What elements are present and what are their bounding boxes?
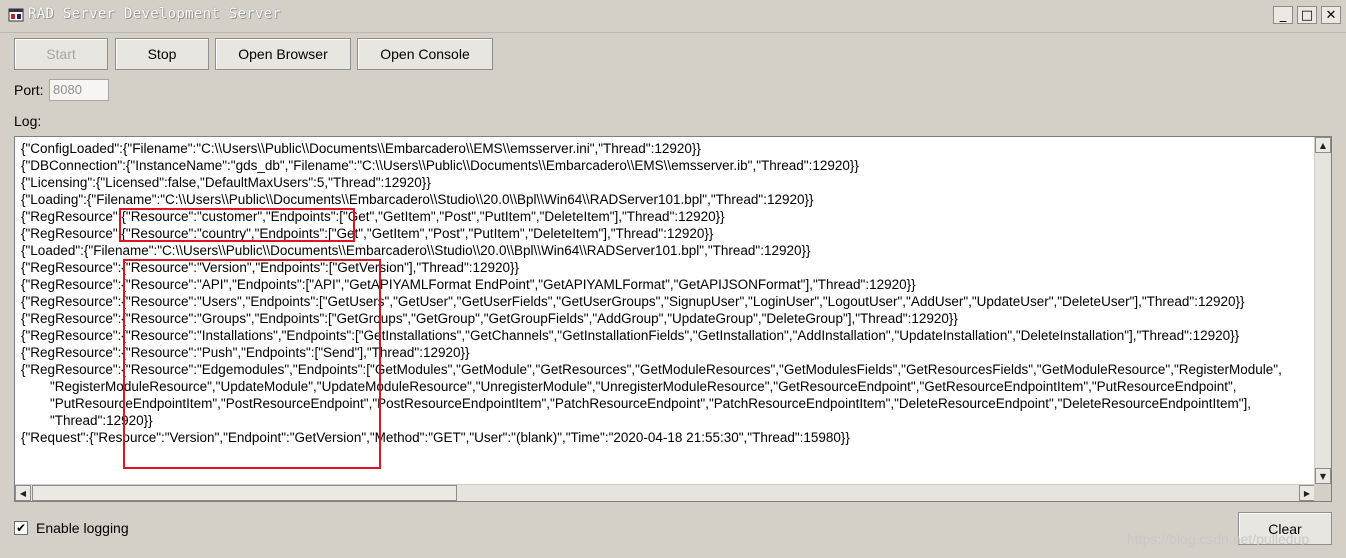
close-icon: ✕: [1325, 7, 1337, 23]
maximize-icon: □: [1300, 7, 1314, 23]
app-icon: [8, 8, 24, 22]
highlight-box-builtin-resources: [123, 259, 381, 469]
window-title: RAD Server Development Server: [28, 6, 282, 22]
start-button[interactable]: Start: [14, 38, 108, 70]
scroll-up-icon[interactable]: ▲: [1315, 137, 1331, 153]
scroll-down-icon[interactable]: ▼: [1315, 468, 1331, 484]
close-button[interactable]: ✕: [1321, 6, 1341, 24]
port-label: Port:: [14, 82, 44, 98]
enable-logging-label: Enable logging: [36, 520, 129, 536]
log-line: {"Loading":{"Filename":"C:\\Users\\Publi…: [21, 192, 814, 207]
log-line: {"Licensing":{"Licensed":false,"DefaultM…: [21, 175, 431, 190]
stop-button[interactable]: Stop: [115, 38, 209, 70]
vertical-scrollbar[interactable]: ▲ ▼: [1314, 137, 1331, 484]
highlight-box-resources: [119, 208, 355, 242]
enable-logging-checkbox[interactable]: ✔: [14, 521, 28, 535]
minimize-icon: _: [1279, 7, 1287, 23]
horizontal-scrollbar[interactable]: ◀ ▶: [15, 484, 1315, 501]
open-console-button[interactable]: Open Console: [357, 38, 493, 70]
log-line: {"ConfigLoaded":{"Filename":"C:\\Users\\…: [21, 141, 701, 156]
title-bar: RAD Server Development Server _ □ ✕: [0, 0, 1346, 33]
checkmark-icon: ✔: [15, 521, 27, 535]
log-memo[interactable]: {"ConfigLoaded":{"Filename":"C:\\Users\\…: [14, 136, 1332, 502]
log-line: {"DBConnection":{"InstanceName":"gds_db"…: [21, 158, 859, 173]
scroll-right-icon[interactable]: ▶: [1299, 485, 1315, 501]
log-label: Log:: [14, 113, 42, 129]
log-line: {"Loaded":{"Filename":"C:\\Users\\Public…: [21, 243, 811, 258]
minimize-button[interactable]: _: [1273, 6, 1293, 24]
open-browser-button[interactable]: Open Browser: [215, 38, 351, 70]
port-input[interactable]: 8080: [49, 79, 109, 101]
scrollbar-corner: [1314, 484, 1331, 501]
scroll-left-icon[interactable]: ◀: [15, 485, 31, 501]
maximize-button[interactable]: □: [1297, 6, 1317, 24]
watermark-text: https://blog.csdn.net/pulledup: [1127, 531, 1310, 547]
horizontal-scroll-thumb[interactable]: [32, 485, 457, 501]
